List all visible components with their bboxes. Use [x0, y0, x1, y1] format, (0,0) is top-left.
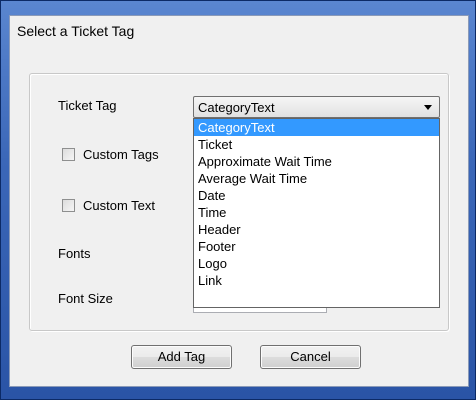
dropdown-option[interactable]: Approximate Wait Time: [194, 153, 439, 170]
custom-tags-row[interactable]: Custom Tags: [62, 147, 159, 162]
ticket-tag-label: Ticket Tag: [58, 98, 117, 113]
dropdown-option[interactable]: CategoryText: [194, 119, 439, 136]
dropdown-option[interactable]: Footer: [194, 238, 439, 255]
cancel-button[interactable]: Cancel: [260, 345, 361, 369]
custom-tags-label: Custom Tags: [83, 147, 159, 162]
dropdown-option[interactable]: Time: [194, 204, 439, 221]
dropdown-option[interactable]: Date: [194, 187, 439, 204]
chevron-down-icon[interactable]: [424, 105, 432, 110]
dialog-title: Select a Ticket Tag: [17, 23, 135, 39]
font-size-label: Font Size: [58, 291, 113, 306]
dropdown-option[interactable]: Logo: [194, 255, 439, 272]
dropdown-option[interactable]: Header: [194, 221, 439, 238]
ticket-tag-dropdown-list[interactable]: CategoryText Ticket Approximate Wait Tim…: [193, 118, 440, 308]
custom-tags-checkbox[interactable]: [62, 148, 75, 161]
ticket-tag-combobox[interactable]: CategoryText: [193, 96, 440, 118]
custom-text-row[interactable]: Custom Text: [62, 198, 155, 213]
custom-text-label: Custom Text: [83, 198, 156, 213]
add-tag-button-label: Add Tag: [157, 349, 206, 364]
cancel-button-label: Cancel: [290, 349, 331, 364]
custom-text-checkbox[interactable]: [62, 199, 75, 212]
ticket-tag-combobox-value: CategoryText: [198, 100, 275, 115]
add-tag-button[interactable]: Add Tag: [131, 345, 232, 369]
fonts-label: Fonts: [58, 246, 91, 261]
dropdown-option[interactable]: Link: [194, 272, 439, 289]
dropdown-option[interactable]: Average Wait Time: [194, 170, 439, 187]
dialog-window: Select a Ticket Tag Ticket Tag Custom Ta…: [0, 0, 476, 400]
dropdown-option[interactable]: Ticket: [194, 136, 439, 153]
